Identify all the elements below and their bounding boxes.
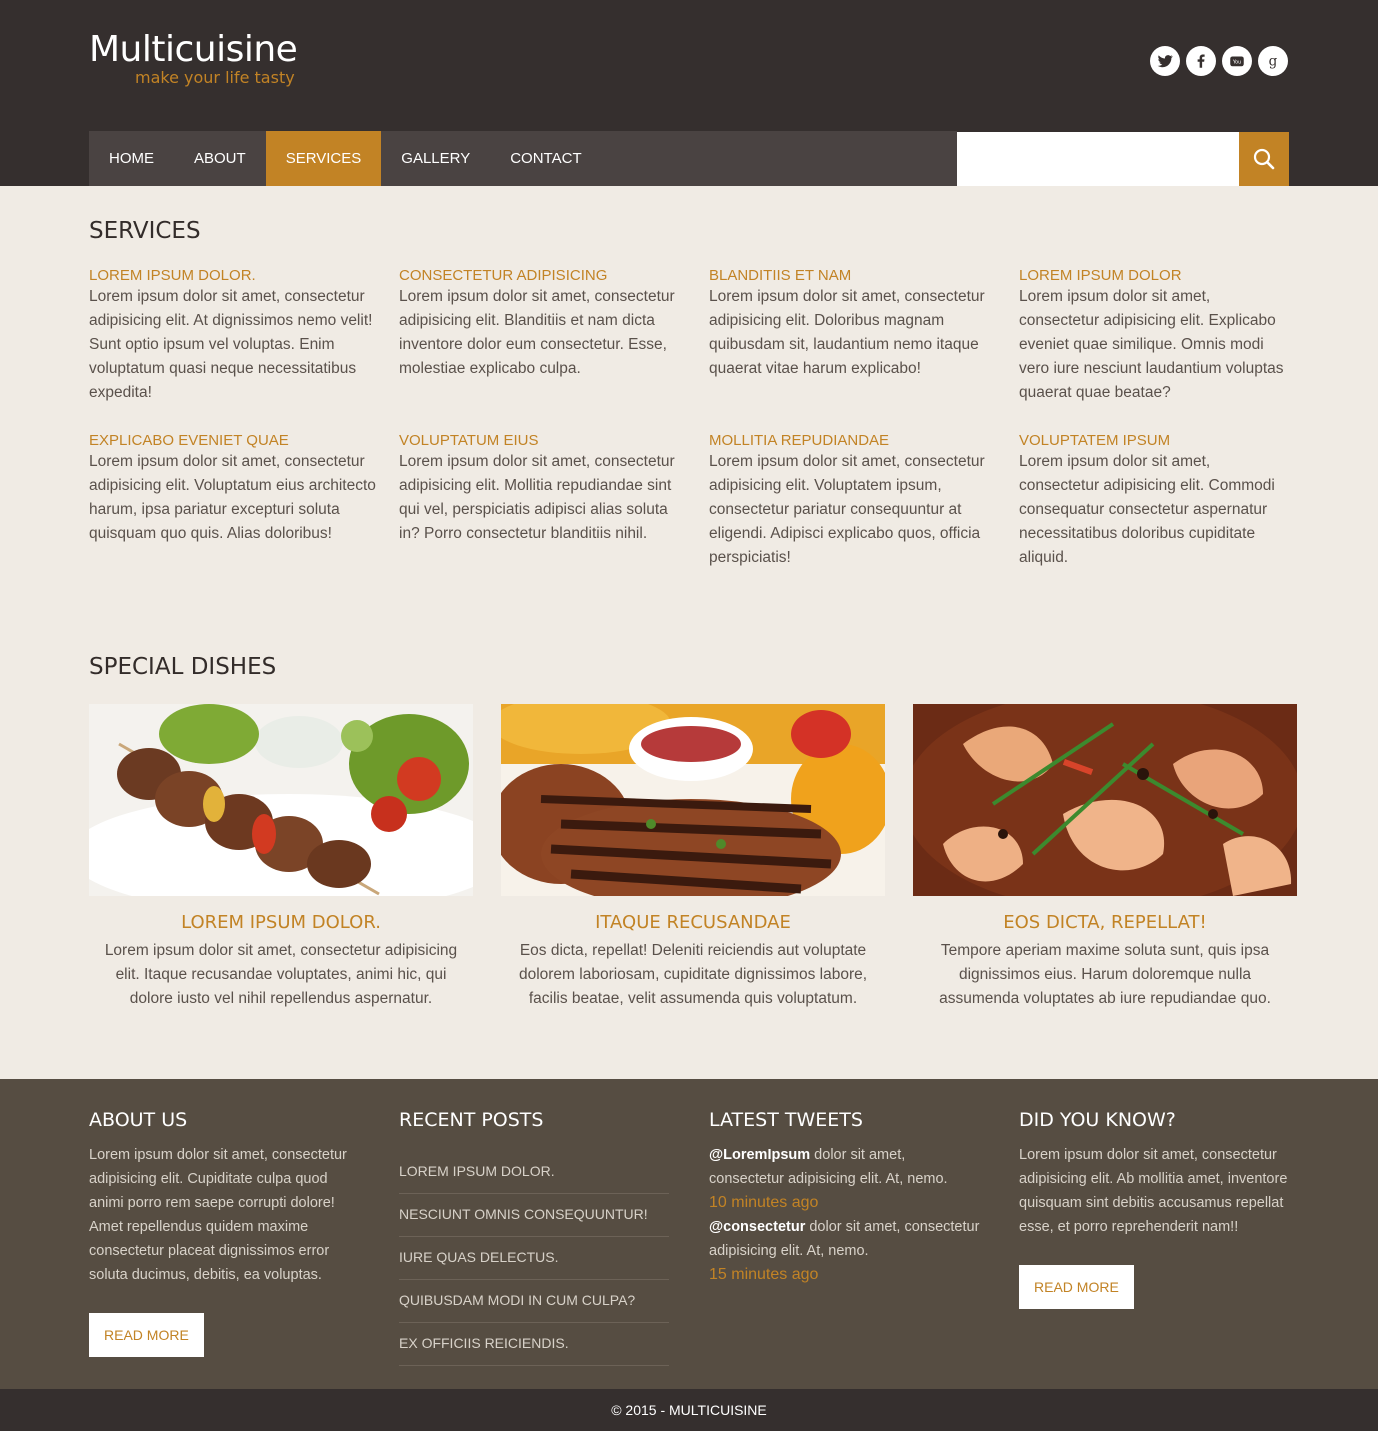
- service-item: EXPLICABO EVENIET QUAE Lorem ipsum dolor…: [89, 432, 379, 546]
- latest-tweets-column: LATEST TWEETS @LoremIpsum dolor sit amet…: [709, 1107, 981, 1287]
- copyright-text: © 2015 - MULTICUISINE: [611, 1402, 767, 1418]
- tweet-body: @consectetur dolor sit amet, consectetur…: [709, 1215, 981, 1263]
- search-input[interactable]: [957, 132, 1239, 186]
- tweet-body: @LoremIpsum dolor sit amet, consectetur …: [709, 1143, 981, 1191]
- service-item: BLANDITIIS ET NAM Lorem ipsum dolor sit …: [709, 267, 999, 381]
- service-title[interactable]: CONSECTETUR ADIPISICING: [399, 267, 689, 285]
- special-dishes-title: SPECIAL DISHES: [89, 654, 277, 680]
- service-item: CONSECTETUR ADIPISICING Lorem ipsum dolo…: [399, 267, 689, 381]
- site-logo[interactable]: Multicuisine make your life tasty: [89, 29, 298, 88]
- nav-home[interactable]: HOME: [89, 131, 174, 186]
- did-you-know-text: Lorem ipsum dolor sit amet, consectetur …: [1019, 1147, 1288, 1235]
- tweet-handle[interactable]: @LoremIpsum: [709, 1147, 810, 1163]
- service-title[interactable]: VOLUPTATUM EIUS: [399, 432, 689, 450]
- recent-post-link[interactable]: LOREM IPSUM DOLOR.: [399, 1151, 669, 1194]
- recent-post-link[interactable]: IURE QUAS DELECTUS.: [399, 1237, 669, 1280]
- about-us-column: ABOUT US Lorem ipsum dolor sit amet, con…: [89, 1107, 361, 1357]
- dish-card: EOS DICTA, REPELLAT! Tempore aperiam max…: [913, 704, 1297, 1011]
- about-read-more-button[interactable]: READ MORE: [89, 1313, 204, 1357]
- service-text: Lorem ipsum dolor sit amet, consectetur …: [89, 453, 376, 542]
- recent-posts-title: RECENT POSTS: [399, 1109, 544, 1131]
- service-title[interactable]: MOLLITIA REPUDIANDAE: [709, 432, 999, 450]
- dish-card: ITAQUE RECUSANDAE Eos dicta, repellat! D…: [501, 704, 885, 1011]
- recent-post-link[interactable]: QUIBUSDAM MODI IN CUM CULPA?: [399, 1280, 669, 1323]
- did-you-know-column: DID YOU KNOW? Lorem ipsum dolor sit amet…: [1019, 1107, 1291, 1309]
- service-item: VOLUPTATUM EIUS Lorem ipsum dolor sit am…: [399, 432, 689, 546]
- dish-card: LOREM IPSUM DOLOR. Lorem ipsum dolor sit…: [89, 704, 473, 1011]
- dish-text: Lorem ipsum dolor sit amet, consectetur …: [104, 942, 458, 1007]
- svg-text:You: You: [1232, 60, 1241, 66]
- service-title[interactable]: VOLUPTATEM IPSUM: [1019, 432, 1289, 450]
- dish-text: Eos dicta, repellat! Deleniti reiciendis…: [518, 942, 868, 1007]
- dish-title[interactable]: ITAQUE RECUSANDAE: [501, 912, 885, 934]
- search-button[interactable]: [1239, 132, 1289, 186]
- recent-posts-list: LOREM IPSUM DOLOR. NESCIUNT OMNIS CONSEQ…: [399, 1151, 669, 1366]
- service-text: Lorem ipsum dolor sit amet, consectetur …: [1019, 453, 1275, 566]
- latest-tweets-title: LATEST TWEETS: [709, 1109, 863, 1131]
- about-us-title: ABOUT US: [89, 1109, 188, 1131]
- search-icon: [1253, 148, 1275, 170]
- nav-gallery[interactable]: GALLERY: [381, 131, 490, 186]
- dish-title[interactable]: EOS DICTA, REPELLAT!: [913, 912, 1297, 934]
- recent-post-link[interactable]: NESCIUNT OMNIS CONSEQUUNTUR!: [399, 1194, 669, 1237]
- service-title[interactable]: BLANDITIIS ET NAM: [709, 267, 999, 285]
- dish-text: Tempore aperiam maxime soluta sunt, quis…: [939, 942, 1271, 1007]
- service-item: MOLLITIA REPUDIANDAE Lorem ipsum dolor s…: [709, 432, 999, 570]
- service-title[interactable]: LOREM IPSUM DOLOR.: [89, 267, 379, 285]
- social-links: You g: [1150, 46, 1288, 76]
- kebab-skewers-salad-photo[interactable]: [89, 704, 473, 896]
- service-item: LOREM IPSUM DOLOR. Lorem ipsum dolor sit…: [89, 267, 379, 405]
- site-header: Multicuisine make your life tasty You g …: [0, 0, 1378, 186]
- google-plus-icon[interactable]: g: [1258, 46, 1288, 76]
- nav-services[interactable]: SERVICES: [265, 131, 382, 186]
- service-text: Lorem ipsum dolor sit amet, consectetur …: [709, 288, 985, 377]
- shrimp-stir-fry-photo[interactable]: [913, 704, 1297, 896]
- about-us-text: Lorem ipsum dolor sit amet, consectetur …: [89, 1147, 347, 1283]
- logo-tagline: make your life tasty: [135, 68, 295, 87]
- dish-title[interactable]: LOREM IPSUM DOLOR.: [89, 912, 473, 934]
- service-item: VOLUPTATEM IPSUM Lorem ipsum dolor sit a…: [1019, 432, 1289, 570]
- service-text: Lorem ipsum dolor sit amet, consectetur …: [709, 453, 985, 566]
- service-text: Lorem ipsum dolor sit amet, consectetur …: [1019, 288, 1284, 401]
- did-you-know-read-more-button[interactable]: READ MORE: [1019, 1265, 1134, 1309]
- grilled-steak-ketchup-photo[interactable]: [501, 704, 885, 896]
- service-title[interactable]: EXPLICABO EVENIET QUAE: [89, 432, 379, 450]
- main-nav: HOME ABOUT SERVICES GALLERY CONTACT: [89, 131, 957, 186]
- service-item: LOREM IPSUM DOLOR Lorem ipsum dolor sit …: [1019, 267, 1289, 405]
- copyright-bar: © 2015 - MULTICUISINE: [0, 1389, 1378, 1431]
- tweet-handle[interactable]: @consectetur: [709, 1219, 805, 1235]
- service-title[interactable]: LOREM IPSUM DOLOR: [1019, 267, 1289, 285]
- tweet-time[interactable]: 10 minutes ago: [709, 1191, 981, 1215]
- facebook-icon[interactable]: [1186, 46, 1216, 76]
- youtube-icon[interactable]: You: [1222, 46, 1252, 76]
- service-text: Lorem ipsum dolor sit amet, consectetur …: [399, 453, 675, 542]
- recent-posts-column: RECENT POSTS LOREM IPSUM DOLOR. NESCIUNT…: [399, 1107, 671, 1366]
- tweet-time[interactable]: 15 minutes ago: [709, 1263, 981, 1287]
- nav-about[interactable]: ABOUT: [174, 131, 266, 186]
- nav-contact[interactable]: CONTACT: [490, 131, 601, 186]
- logo-title: Multicuisine: [89, 29, 298, 70]
- tweet: @LoremIpsum dolor sit amet, consectetur …: [709, 1143, 981, 1215]
- did-you-know-title: DID YOU KNOW?: [1019, 1109, 1176, 1131]
- twitter-icon[interactable]: [1150, 46, 1180, 76]
- site-footer: ABOUT US Lorem ipsum dolor sit amet, con…: [0, 1079, 1378, 1389]
- service-text: Lorem ipsum dolor sit amet, consectetur …: [89, 288, 373, 401]
- svg-text:g: g: [1269, 54, 1278, 70]
- tweet: @consectetur dolor sit amet, consectetur…: [709, 1215, 981, 1287]
- services-title: SERVICES: [89, 218, 201, 244]
- service-text: Lorem ipsum dolor sit amet, consectetur …: [399, 288, 675, 377]
- recent-post-link[interactable]: EX OFFICIIS REICIENDIS.: [399, 1323, 669, 1366]
